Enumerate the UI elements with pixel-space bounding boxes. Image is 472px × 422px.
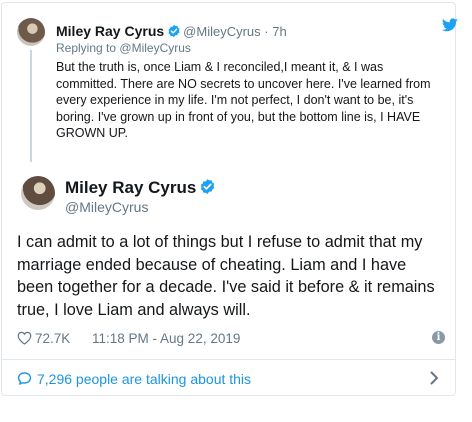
reply-text: But the truth is, once Liam & I reconcil… [56, 60, 431, 141]
author-handle[interactable]: @MileyCyrus [65, 199, 148, 215]
heart-icon[interactable] [17, 331, 32, 348]
reply-author-name[interactable]: Miley Ray Cyrus [56, 23, 164, 39]
reply-handle[interactable]: @MileyCyrus [183, 24, 260, 39]
talking-count[interactable]: 7,296 people are talking about this [37, 371, 251, 387]
verified-badge-icon [199, 178, 216, 200]
replying-to-prefix: Replying to [56, 41, 117, 55]
author-name-row: Miley Ray Cyrus [65, 178, 218, 200]
replying-to-handle[interactable]: @MileyCyrus [119, 41, 191, 55]
info-icon[interactable]: i [432, 331, 445, 344]
author-avatar[interactable] [21, 176, 55, 210]
divider [1, 359, 455, 360]
conversation-link[interactable]: 7,296 people are talking about this [17, 369, 445, 389]
reply-header: Miley Ray Cyrus @MileyCyrus · 7h [56, 23, 287, 41]
verified-badge-icon [167, 24, 181, 41]
tweet-text: I can admit to a lot of things but I ref… [17, 233, 435, 319]
tweet-timestamp[interactable]: 11:18 PM - Aug 22, 2019 [92, 331, 240, 346]
like-count[interactable]: 72.7K [35, 331, 70, 346]
reply-separator: · [264, 24, 269, 39]
reply-tweet[interactable]: Miley Ray Cyrus @MileyCyrus · 7h Replying… [14, 18, 444, 164]
author-name[interactable]: Miley Ray Cyrus [65, 178, 196, 197]
thread-line [30, 50, 32, 162]
speech-bubble-icon [17, 371, 32, 391]
twitter-bird-icon[interactable] [441, 18, 458, 37]
replying-to-line: Replying to @MileyCyrus [56, 41, 191, 55]
chevron-right-icon[interactable] [429, 370, 439, 391]
reply-time[interactable]: 7h [272, 24, 286, 39]
tweet-meta-row: 72.7K 11:18 PM - Aug 22, 2019 i [17, 329, 445, 349]
reply-avatar[interactable] [17, 18, 45, 46]
